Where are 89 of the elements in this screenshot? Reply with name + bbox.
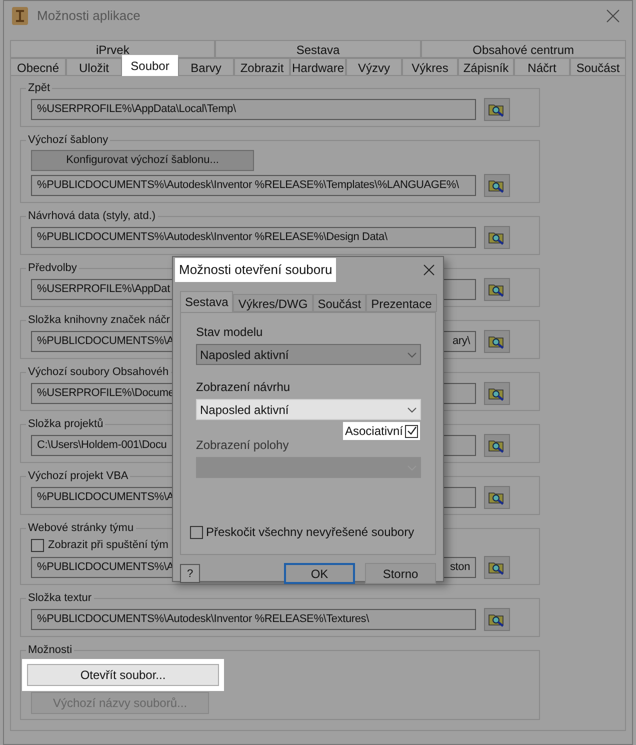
section-label: Složka knihovny značek náčr: [26, 312, 172, 328]
tab[interactable]: Uložit: [66, 58, 122, 76]
browse-button[interactable]: [484, 330, 510, 353]
path-text: %PUBLICDOCUMENTS%\Autodesk\Inventor %RELEASE%\Design Data\: [37, 230, 388, 246]
browse-button[interactable]: [484, 98, 510, 121]
dropdown-value: Naposled aktivní: [200, 346, 289, 364]
browse-button[interactable]: [484, 486, 510, 509]
path-text: ary\: [452, 334, 470, 350]
field-label: Stav modelu: [196, 324, 264, 341]
tab[interactable]: Součást: [570, 58, 626, 76]
folder-search-icon: [488, 386, 506, 402]
folder-search-icon: [488, 178, 506, 194]
field-label: Zobrazení návrhu: [196, 379, 292, 396]
tab[interactable]: Náčrt: [514, 58, 570, 76]
app-icon: [12, 7, 28, 25]
section-label: Složka projektů: [26, 416, 106, 432]
path-field[interactable]: %PUBLICDOCUMENTS%\Autodesk\Inventor %RELEASE%\Templates\%LANGUAGE%\: [31, 175, 476, 196]
dropdown[interactable]: Naposled aktivní: [196, 399, 421, 420]
checkbox[interactable]: [190, 526, 203, 538]
dropdown[interactable]: Naposled aktivní: [196, 344, 421, 365]
section-label: Výchozí soubory Obsahovéh: [26, 364, 171, 380]
dialog-title: Možnosti otevření souboru: [175, 258, 336, 282]
browse-button[interactable]: [484, 278, 510, 301]
help-button[interactable]: ?: [180, 564, 200, 583]
close-icon[interactable]: [423, 264, 435, 276]
section-label: Předvolby: [26, 260, 79, 276]
browse-button[interactable]: [484, 556, 510, 579]
chevron-down-icon: [407, 406, 417, 412]
close-icon[interactable]: [606, 9, 620, 23]
folder-search-icon: [488, 230, 506, 246]
tab[interactable]: Zápisník: [458, 58, 514, 76]
path-text: %PUBLICDOCUMENTS%\A: [37, 490, 174, 506]
tab[interactable]: Soubor: [122, 55, 178, 76]
browse-button[interactable]: [484, 608, 510, 631]
checkbox[interactable]: [405, 424, 418, 438]
tab[interactable]: Obecné: [10, 58, 66, 76]
chevron-down-icon: [407, 352, 417, 358]
window-title: Možnosti aplikace: [37, 7, 142, 26]
browse-button[interactable]: [484, 226, 510, 249]
configure-button[interactable]: Konfigurovat výchozí šablonu...: [31, 150, 254, 171]
checkbox-label: Asociativní: [344, 423, 403, 440]
folder-search-icon: [488, 282, 506, 298]
folder-search-icon: [488, 334, 506, 350]
section-label: Výchozí projekt VBA: [26, 468, 130, 484]
checkbox-label: Zobrazit při spuštění tým: [48, 538, 168, 554]
dropdown-value: Naposled aktivní: [200, 402, 289, 418]
tab[interactable]: Hardware: [290, 58, 346, 76]
associative-checkbox[interactable]: Asociativní: [342, 422, 420, 440]
path-text: %PUBLICDOCUMENTS%\A: [37, 334, 174, 350]
path-text: %USERPROFILE%\Docume: [37, 386, 174, 402]
path-text: %USERPROFILE%\AppDat: [37, 282, 170, 298]
tab[interactable]: Výkres: [402, 58, 458, 76]
browse-button[interactable]: [484, 174, 510, 197]
tab[interactable]: Výzvy: [346, 58, 402, 76]
folder-search-icon: [488, 490, 506, 506]
field-label: Zobrazení polohy: [196, 437, 290, 454]
tab[interactable]: Obsahové centrum: [420, 40, 626, 58]
browse-button[interactable]: [484, 434, 510, 457]
path-text: %USERPROFILE%\AppData\Local\Temp\: [37, 102, 236, 118]
path-text: %PUBLICDOCUMENTS%\Autodesk\Inventor %RELEASE%\Textures\: [37, 612, 369, 628]
tab[interactable]: Výkres/DWG: [233, 294, 313, 312]
path-field[interactable]: %USERPROFILE%\AppData\Local\Temp\: [31, 99, 476, 120]
path-text: %PUBLICDOCUMENTS%\Autodesk\Inventor %RELEASE%\Templates\%LANGUAGE%\: [37, 178, 459, 194]
section-label: Webové stránky týmu: [26, 520, 136, 536]
tab[interactable]: Součást: [312, 294, 366, 312]
tab[interactable]: Sestava: [215, 40, 421, 58]
path-text: %PUBLICDOCUMENTS%\A: [37, 560, 174, 576]
section-label: Zpět: [26, 80, 52, 96]
folder-search-icon: [488, 438, 506, 454]
tab[interactable]: Sestava: [180, 291, 234, 312]
checkbox-label: Přeskočit všechny nevyřešené soubory: [206, 524, 414, 541]
check-icon: [406, 426, 416, 436]
checkbox[interactable]: [31, 539, 44, 552]
folder-search-icon: [488, 612, 506, 628]
browse-button[interactable]: [484, 382, 510, 405]
folder-search-icon: [488, 560, 506, 576]
tab[interactable]: Barvy: [178, 58, 234, 76]
path-text: ston: [450, 560, 470, 576]
section-label: Návrhová data (styly, atd.): [26, 208, 158, 224]
path-field[interactable]: %PUBLICDOCUMENTS%\Autodesk\Inventor %RELEASE%\Design Data\: [31, 227, 476, 248]
tab[interactable]: iPrvek: [10, 40, 216, 58]
dialog-button[interactable]: OK: [284, 563, 355, 584]
path-text: C:\Users\Holdem-001\Docu: [37, 438, 167, 454]
tab[interactable]: Zobrazit: [234, 58, 290, 76]
dialog-button[interactable]: Storno: [365, 563, 436, 584]
tab[interactable]: Prezentace: [366, 294, 437, 312]
section-label: Výchozí šablony: [26, 132, 110, 148]
path-field[interactable]: %PUBLICDOCUMENTS%\Autodesk\Inventor %RELEASE%\Textures\: [31, 609, 476, 630]
folder-search-icon: [488, 102, 506, 118]
